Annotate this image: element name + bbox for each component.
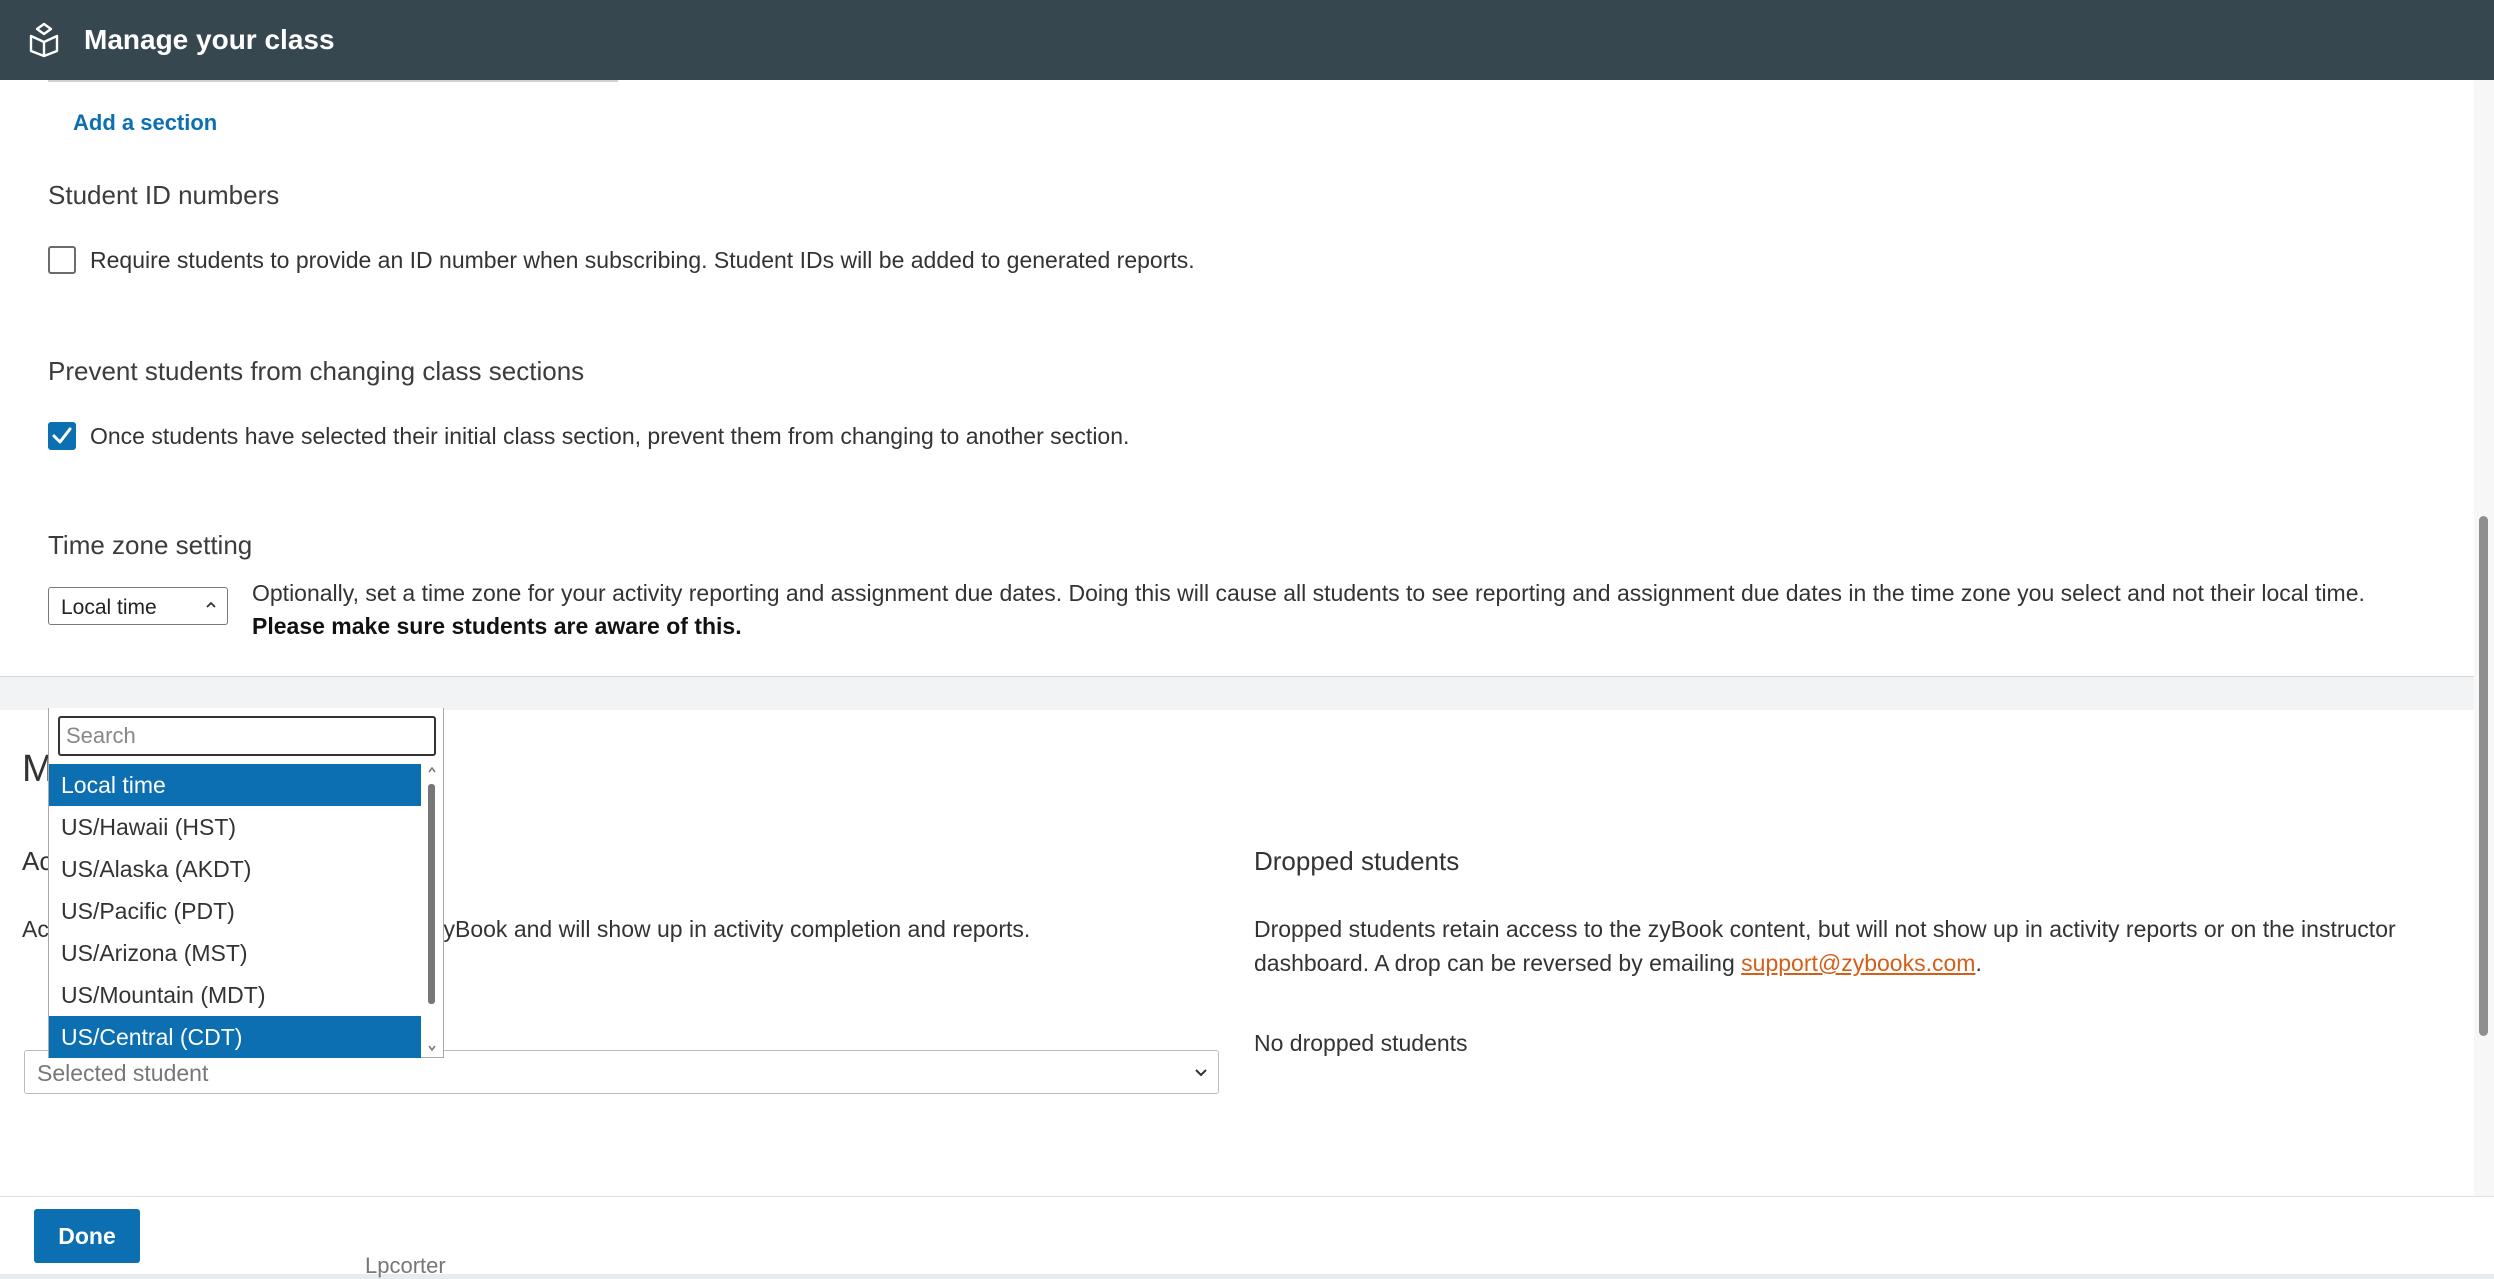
prevent-change-row[interactable]: Once students have selected their initia… [48,422,1129,450]
section-separator [0,676,2474,710]
student-select-placeholder: Selected student [37,1060,209,1086]
scroll-down-icon[interactable] [426,1042,438,1054]
time-zone-heading: Time zone setting [48,530,253,560]
modal-title: Manage your class [84,24,335,55]
time-zone-option[interactable]: US/Alaska (AKDT) [49,848,421,890]
modal-footer: Done Lpcorter [0,1196,2494,1278]
done-button[interactable]: Done [34,1209,140,1263]
time-zone-option[interactable]: Local time [49,764,421,806]
support-email-link[interactable]: support@zybooks.com [1741,950,1975,976]
time-zone-option[interactable]: US/Central (CDT) [49,1016,421,1058]
add-section-link[interactable]: Add a section [73,110,217,136]
dropped-students-heading: Dropped students [1254,846,1460,876]
active-students-description-start: Ac [22,916,49,942]
time-zone-warning: Please make sure students are aware of t… [252,613,742,639]
prevent-change-heading: Prevent students from changing class sec… [48,356,585,386]
time-zone-options-list: Local time US/Hawaii (HST) US/Alaska (AK… [49,764,421,1058]
active-students-description: zyBook and will show up in activity comp… [432,916,1031,942]
time-zone-description-text: Optionally, set a time zone for your act… [252,580,2365,606]
student-id-row[interactable]: Require students to provide an ID number… [48,246,1195,274]
time-zone-dropdown: Local time US/Hawaii (HST) US/Alaska (AK… [48,708,444,1058]
prevent-change-label: Once students have selected their initia… [90,422,1130,449]
modal-scrollbar[interactable] [2474,80,2494,1196]
dropdown-scrollbar-thumb[interactable] [428,784,435,1004]
time-zone-option[interactable]: US/Hawaii (HST) [49,806,421,848]
scroll-up-icon[interactable] [426,764,438,776]
time-zone-option[interactable]: US/Mountain (MDT) [49,974,421,1016]
modal-body: Add a section Student ID numbers Require… [0,80,2494,1196]
description-period: . [1975,950,1982,976]
student-id-checkbox[interactable] [48,246,76,274]
time-zone-select[interactable]: Local time [48,587,228,625]
student-id-heading: Student ID numbers [48,180,280,210]
time-zone-search-input[interactable] [58,716,436,756]
zybook-logo-icon [29,22,59,58]
modal-scrollbar-thumb[interactable] [2479,516,2488,1036]
modal-header: Manage your class [0,0,2494,80]
time-zone-description: Optionally, set a time zone for your act… [252,577,2452,643]
checkmark-icon [52,427,72,444]
section-divider [48,80,618,82]
background-page-text: Lpcorter [365,1253,446,1278]
time-zone-option[interactable]: US/Arizona (MST) [49,932,421,974]
time-zone-option[interactable]: US/Pacific (PDT) [49,890,421,932]
chevron-down-icon [1195,1069,1207,1077]
student-id-label: Require students to provide an ID number… [90,246,1195,273]
dropdown-scrollbar[interactable] [425,764,439,1054]
chevron-up-icon [206,601,216,608]
no-dropped-students-text: No dropped students [1254,1030,1468,1056]
time-zone-selected-value: Local time [61,596,157,619]
prevent-change-checkbox[interactable] [48,422,76,450]
dropped-students-description: Dropped students retain access to the zy… [1254,912,2454,980]
